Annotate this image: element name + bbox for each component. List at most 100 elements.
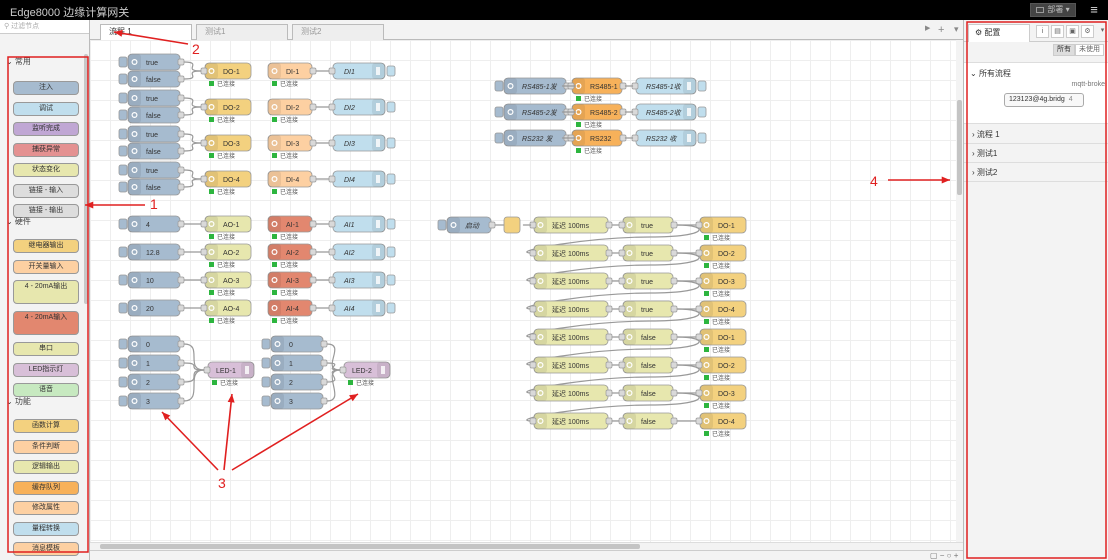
vertical-scroll-thumb[interactable] [957,100,962,195]
mqtt-broker-config-node[interactable]: 123123@4g.bridg 4 [1004,93,1084,107]
chevron-down-icon[interactable]: ▾ [1096,25,1108,38]
di-node[interactable]: DI-3 已连接 [267,134,317,160]
palette-node[interactable]: 4 - 20mA输入 [13,311,79,335]
tab-menu-icon[interactable]: ▾ [954,24,959,35]
do-node[interactable]: DO-1 已连接 [695,216,747,242]
inject-node[interactable]: 启动 [437,216,496,234]
palette-node[interactable]: 缓存队列 [13,480,79,495]
delay-node[interactable]: 延迟 100ms [529,412,613,430]
palette-node[interactable]: 调试 [13,101,79,116]
delay-node[interactable]: 延迟 100ms [529,272,613,290]
do-node[interactable]: DO-1 已连接 [695,328,747,354]
sidebar-flow-row[interactable]: › 测试2 [964,164,1108,182]
canvas-vertical-scrollbar[interactable] [956,40,963,542]
serial-node[interactable]: RS485-2 已连接 [567,103,627,129]
sidebar-flow-row[interactable]: › 流程 1 [964,126,1108,144]
di-node[interactable]: DI-4 已连接 [267,170,317,196]
inject-node[interactable]: RS232 发 [494,129,571,147]
filter-unused-button[interactable]: 未使用 [1075,44,1104,56]
change-node[interactable]: true [618,272,678,290]
tab-test-1[interactable]: 测试1 [196,24,288,40]
delay-node[interactable]: 延迟 100ms [529,244,613,262]
debug-node[interactable]: RS485-1收 [631,77,707,95]
do-node[interactable]: DO-4 已连接 [695,300,747,326]
inject-node[interactable]: 20 [118,299,185,317]
do-node[interactable]: DO-4 已连接 [695,412,747,438]
link-node[interactable] [503,216,521,234]
palette-scrollbar[interactable] [84,54,88,304]
inject-node[interactable]: 2 [261,373,328,391]
change-node[interactable]: false [618,356,678,374]
filter-all-button[interactable]: 所有 [1053,44,1075,56]
hamburger-icon[interactable]: ≡ [1086,2,1102,18]
palette-node[interactable]: LED指示灯 [13,362,79,377]
tab-scroll-icon[interactable]: ▶ [925,24,930,32]
info-icon[interactable]: i [1036,25,1049,38]
delay-node[interactable]: 延迟 100ms [529,328,613,346]
inject-node[interactable]: true [118,161,185,179]
inject-node[interactable]: 0 [261,335,328,353]
palette-node[interactable]: 4 - 20mA输出 [13,280,79,304]
inject-node[interactable]: 12.8 [118,243,185,261]
serial-node[interactable]: RS485-1 已连接 [567,77,627,103]
change-node[interactable]: false [618,412,678,430]
palette-node[interactable]: 条件判断 [13,439,79,454]
debug-node[interactable]: DI2 [328,98,396,116]
debug-node[interactable]: RS485-2收 [631,103,707,121]
tab-flow-1[interactable]: 流程 1 [100,24,192,41]
zoom-controls[interactable]: ▢ − ○ + [930,551,958,560]
delay-node[interactable]: 延迟 100ms [529,356,613,374]
led-node[interactable]: LED-2 已连接 [339,361,391,387]
do-node[interactable]: DO-4 已连接 [200,170,252,196]
ao-node[interactable]: AO-4 已连接 [200,299,252,325]
delay-node[interactable]: 延迟 100ms [529,384,613,402]
inject-node[interactable]: false [118,106,185,124]
palette-node[interactable]: 量程转换 [13,521,79,536]
ai-node[interactable]: AI-1 已连接 [267,215,317,241]
change-node[interactable]: false [618,384,678,402]
delay-node[interactable]: 延迟 100ms [529,300,613,318]
inject-node[interactable]: 10 [118,271,185,289]
palette-node[interactable]: 开关量输入 [13,259,79,274]
serial-node[interactable]: RS232 已连接 [567,129,627,155]
debug-node[interactable]: DI3 [328,134,396,152]
inject-node[interactable]: 3 [261,392,328,410]
palette-node[interactable]: 捕获异常 [13,142,79,157]
ao-node[interactable]: AO-1 已连接 [200,215,252,241]
palette-category-header[interactable]: ⌄ 硬件 [0,214,31,230]
palette-search-input[interactable]: ⚲ 过滤节点 [0,20,89,34]
palette-node[interactable]: 链接 - 输入 [13,183,79,198]
add-tab-button[interactable]: + [938,24,944,36]
deploy-button[interactable]: 部署 ▾ [1030,3,1076,17]
lock-icon[interactable]: ▣ [1066,25,1079,38]
do-node[interactable]: DO-2 已连接 [695,244,747,270]
horizontal-scroll-thumb[interactable] [100,544,640,549]
tab-test-2[interactable]: 测试2 [292,24,384,40]
sidebar-tab-config[interactable]: ⚙ 配置 [968,24,1030,42]
palette-category-header[interactable]: ⌄ 功能 [0,394,31,410]
palette-node[interactable]: 注入 [13,81,79,95]
ai-node[interactable]: AI-4 已连接 [267,299,317,325]
inject-node[interactable]: 1 [261,354,328,372]
do-node[interactable]: DO-3 已连接 [695,272,747,298]
do-node[interactable]: DO-1 已连接 [200,62,252,88]
inject-node[interactable]: RS485-1发 [494,77,571,95]
inject-node[interactable]: 0 [118,335,185,353]
inject-node[interactable]: true [118,53,185,71]
led-node[interactable]: LED-1 已连接 [203,361,255,387]
inject-node[interactable]: 2 [118,373,185,391]
canvas-horizontal-scrollbar[interactable] [90,542,963,550]
do-node[interactable]: DO-2 已连接 [200,98,252,124]
debug-node[interactable]: AI2 [328,243,396,261]
ao-node[interactable]: AO-2 已连接 [200,243,252,269]
debug-node[interactable]: DI4 [328,170,396,188]
do-node[interactable]: DO-3 已连接 [695,384,747,410]
palette-node[interactable]: 状态变化 [13,163,79,177]
change-node[interactable]: true [618,244,678,262]
di-node[interactable]: DI-1 已连接 [267,62,317,88]
palette-node[interactable]: 逻辑输出 [13,460,79,474]
debug-node[interactable]: RS232 收 [631,129,707,147]
palette-node[interactable]: 监听完成 [13,122,79,136]
debug-node[interactable]: AI4 [328,299,396,317]
debug-node[interactable]: AI1 [328,215,396,233]
